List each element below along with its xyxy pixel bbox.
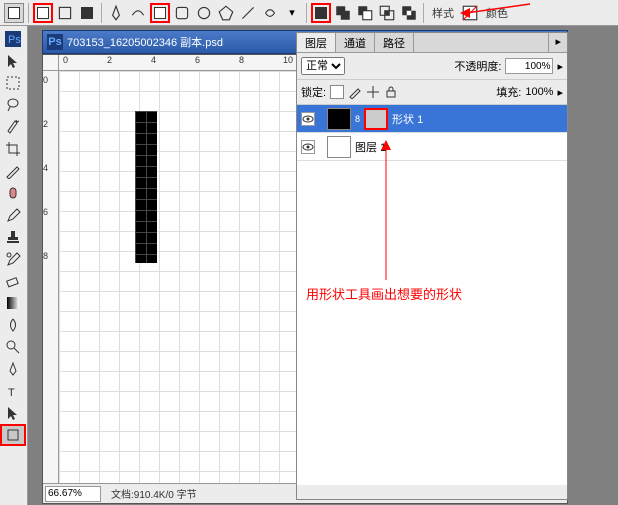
red-arrow-annotation [460, 0, 540, 26]
panel-tabs: 图层 通道 路径 ▸ [297, 33, 567, 53]
tab-channels[interactable]: 通道 [336, 33, 375, 52]
layer-options-row1: 正常 不透明度: 100% ▸ [297, 53, 567, 80]
shape-layers-mode[interactable] [33, 3, 53, 23]
pen-tool[interactable] [0, 358, 26, 380]
ps-doc-icon: Ps [47, 34, 63, 50]
lock-all-icon[interactable] [384, 85, 398, 99]
vector-mask-thumbnail[interactable] [364, 108, 388, 130]
layer-row[interactable]: 图层 1 [297, 133, 567, 161]
lock-image-icon[interactable] [348, 85, 362, 99]
create-new-shape[interactable] [311, 3, 331, 23]
dodge-tool[interactable] [0, 336, 26, 358]
line-shape[interactable] [238, 3, 258, 23]
rectangle-tool[interactable] [0, 424, 26, 446]
subtract-shape[interactable] [355, 3, 375, 23]
fill-field[interactable]: 100% [525, 86, 553, 98]
history-brush-tool[interactable] [0, 248, 26, 270]
zoom-field[interactable]: 66.67% [45, 486, 101, 502]
lock-position-icon[interactable] [366, 85, 380, 99]
custom-shape[interactable] [260, 3, 280, 23]
layer-row[interactable]: 8 形状 1 [297, 105, 567, 133]
gradient-tool[interactable] [0, 292, 26, 314]
ruler-vertical[interactable]: 0 2 4 6 8 [43, 71, 59, 483]
link-icon: 8 [355, 114, 360, 124]
wand-tool[interactable] [0, 116, 26, 138]
opacity-field[interactable]: 100% [505, 58, 553, 74]
fill-arrow[interactable]: ▸ [557, 86, 563, 99]
drawn-shape[interactable] [135, 111, 157, 263]
eraser-tool[interactable] [0, 270, 26, 292]
svg-text:Ps: Ps [8, 34, 21, 46]
visibility-toggle[interactable] [301, 140, 315, 154]
layer-thumbnail[interactable] [327, 136, 351, 158]
lock-label: 锁定: [301, 84, 326, 100]
tool-preset[interactable] [4, 3, 24, 23]
layer-thumbnail[interactable] [327, 108, 351, 130]
ellipse-shape[interactable] [194, 3, 214, 23]
marquee-tool[interactable] [0, 72, 26, 94]
add-to-shape[interactable] [333, 3, 353, 23]
pen-icon[interactable] [106, 3, 126, 23]
layer-name[interactable]: 形状 1 [392, 111, 563, 127]
style-label: 样式 [428, 5, 458, 21]
intersect-shape[interactable] [377, 3, 397, 23]
paths-mode[interactable] [55, 3, 75, 23]
tab-layers[interactable]: 图层 [297, 33, 336, 52]
options-bar: ▾ 样式 颜色 [0, 0, 618, 26]
polygon-shape[interactable] [216, 3, 236, 23]
blur-tool[interactable] [0, 314, 26, 336]
slice-tool[interactable] [0, 160, 26, 182]
tab-paths[interactable]: 路径 [375, 33, 414, 52]
tools-panel: Ps T [0, 26, 28, 505]
fill-pixels-mode[interactable] [77, 3, 97, 23]
exclude-shape[interactable] [399, 3, 419, 23]
lock-transparency[interactable] [330, 85, 344, 99]
opacity-label: 不透明度: [454, 58, 501, 74]
stamp-tool[interactable] [0, 226, 26, 248]
crop-tool[interactable] [0, 138, 26, 160]
layers-panel: 图层 通道 路径 ▸ 正常 不透明度: 100% ▸ 锁定: 填充: 100% … [296, 32, 568, 500]
rounded-rect-shape[interactable] [172, 3, 192, 23]
layer-name[interactable]: 图层 1 [355, 139, 563, 155]
path-select-tool[interactable] [0, 402, 26, 424]
lasso-tool[interactable] [0, 94, 26, 116]
svg-text:T: T [8, 387, 15, 399]
layer-options-row2: 锁定: 填充: 100% ▸ [297, 80, 567, 105]
ps-logo: Ps [0, 28, 26, 50]
shape-options[interactable]: ▾ [282, 3, 302, 23]
fill-label: 填充: [496, 84, 521, 100]
freeform-pen-icon[interactable] [128, 3, 148, 23]
blend-mode-select[interactable]: 正常 [301, 57, 345, 75]
type-tool[interactable]: T [0, 380, 26, 402]
doc-info: 文档:910.4K/0 字节 [103, 486, 205, 501]
move-tool[interactable] [0, 50, 26, 72]
visibility-toggle[interactable] [301, 112, 315, 126]
brush-tool[interactable] [0, 204, 26, 226]
opacity-arrow[interactable]: ▸ [557, 60, 563, 73]
rectangle-shape[interactable] [150, 3, 170, 23]
annotation-text: 用形状工具画出想要的形状 [306, 284, 462, 303]
panel-menu[interactable]: ▸ [549, 33, 567, 52]
healing-tool[interactable] [0, 182, 26, 204]
ruler-corner [43, 55, 59, 71]
